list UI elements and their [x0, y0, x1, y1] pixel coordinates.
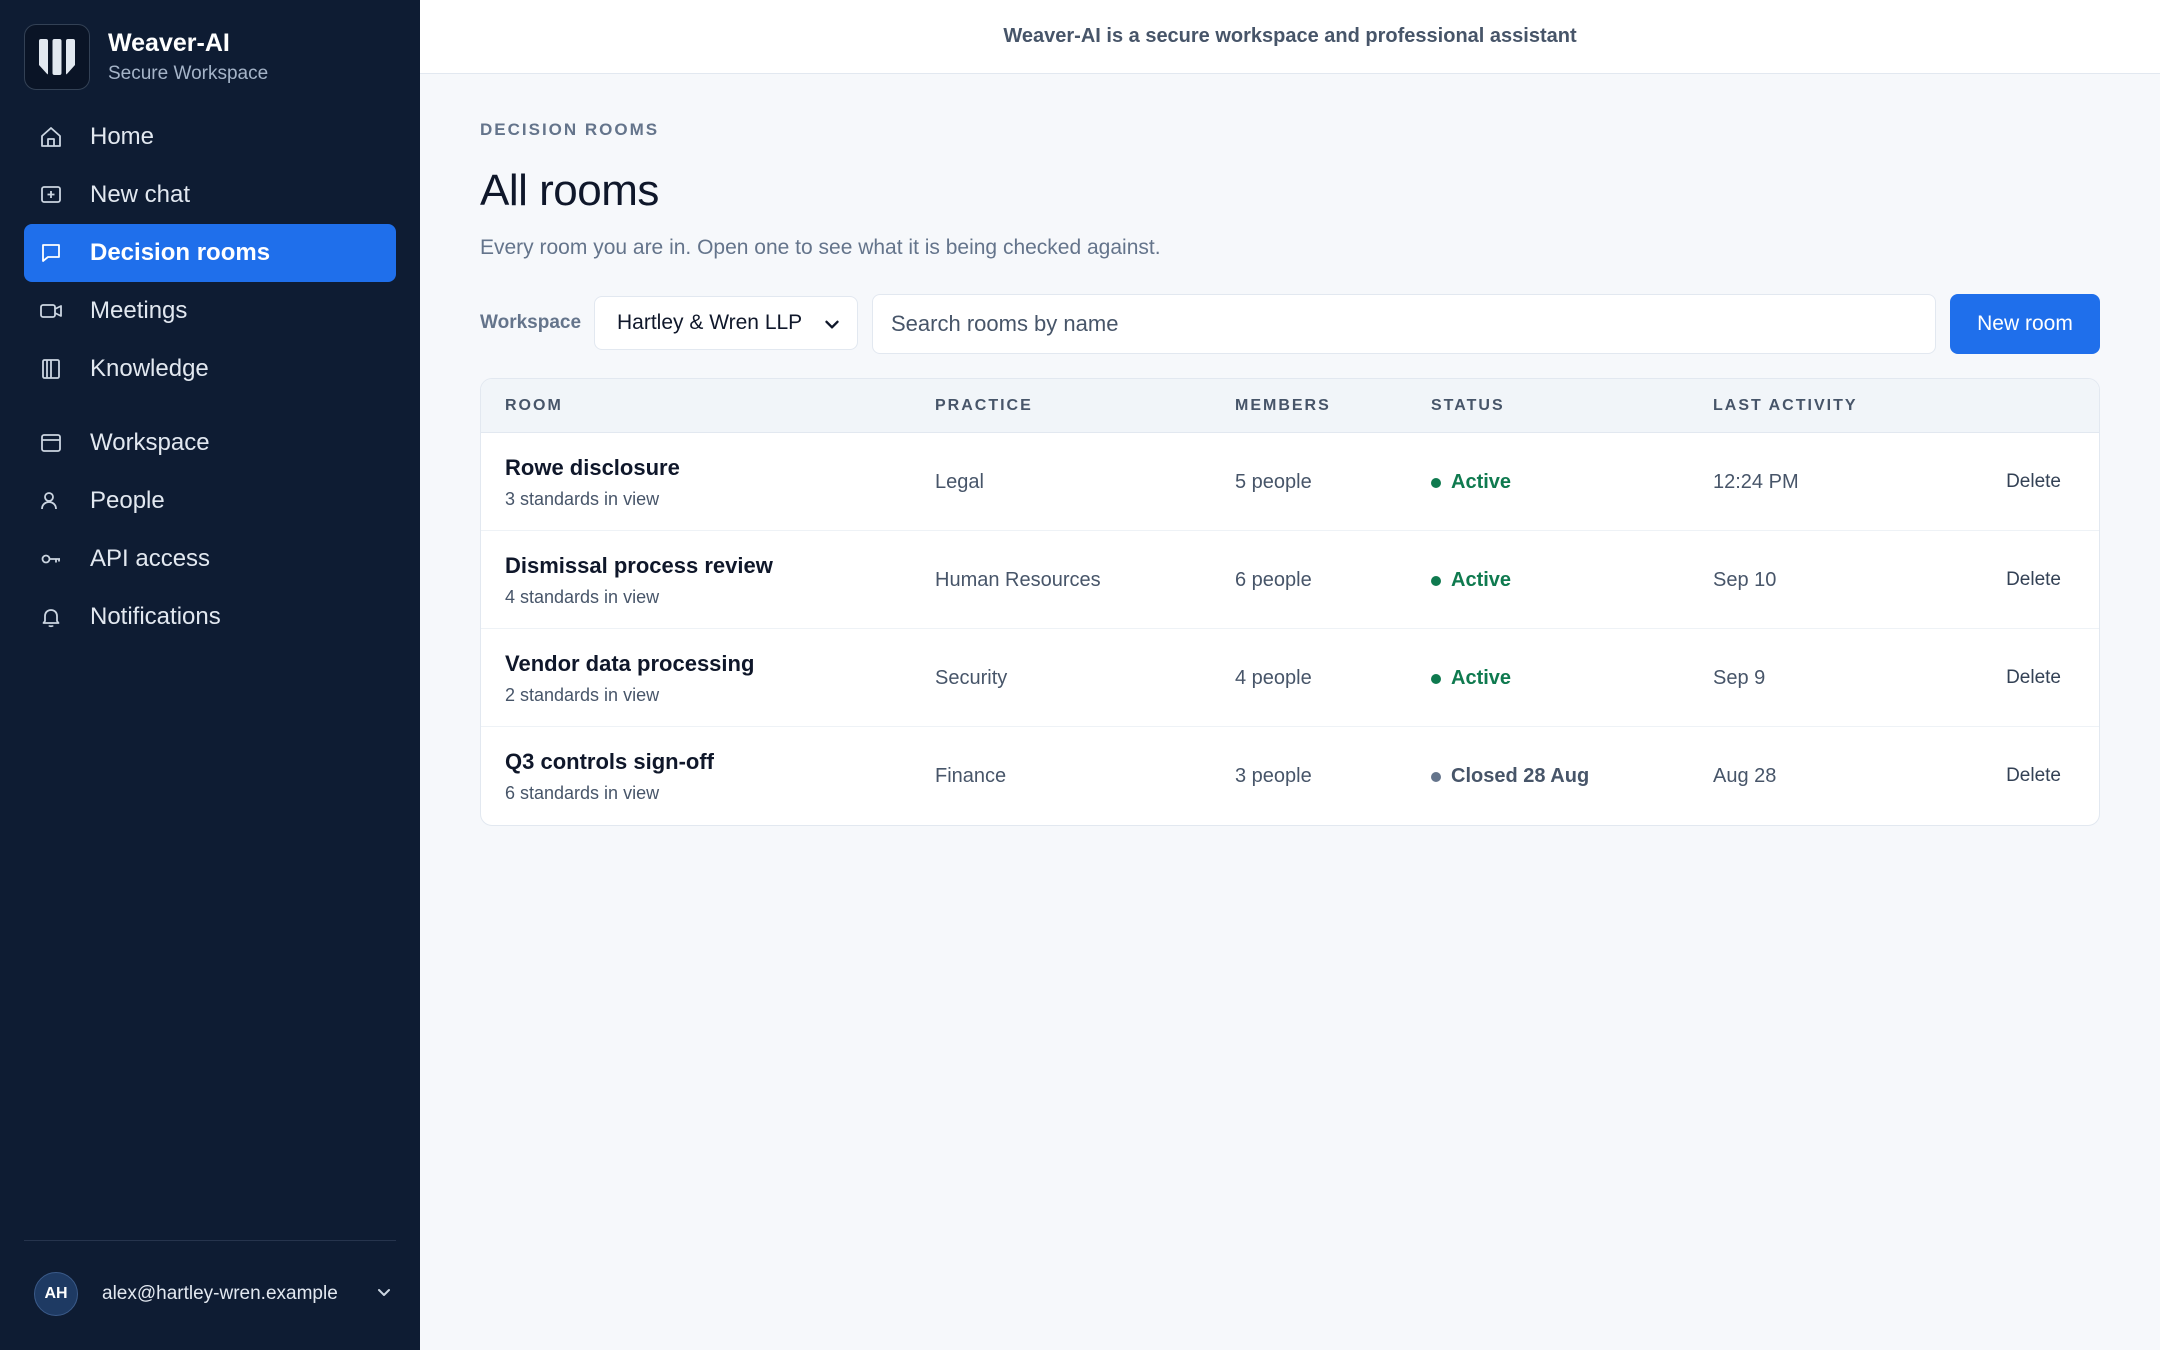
key-icon — [38, 546, 64, 572]
room-name[interactable]: Dismissal process review — [505, 553, 773, 579]
room-standards: 3 standards in view — [505, 489, 660, 509]
book-icon — [38, 356, 64, 382]
status-badge: Closed 28 Aug — [1431, 765, 1589, 788]
video-camera-icon — [38, 298, 64, 324]
chevron-down-icon — [821, 313, 843, 341]
delete-button[interactable]: Delete — [2006, 569, 2061, 591]
sidebar-item-label: Decision rooms — [90, 239, 271, 266]
header-last-activity: LAST ACTIVITY — [1713, 397, 1858, 414]
header-members: MEMBERS — [1235, 397, 1331, 414]
table-header: ROOM PRACTICE MEMBERS STATUS LAST ACTIVI… — [481, 379, 2099, 433]
status-badge: Active — [1431, 471, 1511, 494]
table-row[interactable]: Q3 controls sign-off 6 standards in view… — [481, 727, 2099, 825]
person-icon — [38, 488, 64, 514]
chat-bubble-icon — [38, 240, 64, 266]
header-status: STATUS — [1431, 397, 1505, 414]
header-room: ROOM — [505, 397, 563, 414]
bell-icon — [38, 604, 64, 630]
sidebar: Weaver-AI Secure Workspace Home New chat… — [0, 0, 420, 1350]
app-name: Weaver-AI — [108, 29, 230, 57]
status-badge: Active — [1431, 667, 1511, 690]
avatar: AH — [34, 1272, 78, 1316]
user-email: alex@hartley-wren.example — [102, 1283, 338, 1304]
room-members: 3 people — [1235, 765, 1312, 787]
sidebar-divider — [24, 1240, 396, 1241]
sidebar-item-knowledge[interactable]: Knowledge — [24, 340, 396, 398]
status-text: Closed 28 Aug — [1451, 765, 1590, 787]
workspace-select-value: Hartley & Wren LLP — [617, 311, 803, 334]
sidebar-nav: Home New chat Decision rooms Meetings Kn… — [24, 108, 396, 646]
room-standards: 6 standards in view — [505, 783, 660, 803]
sidebar-item-workspace[interactable]: Workspace — [24, 414, 396, 472]
room-practice: Finance — [935, 765, 1007, 787]
delete-button[interactable]: Delete — [2006, 765, 2061, 787]
sidebar-item-label: New chat — [90, 181, 191, 208]
status-text: Active — [1451, 569, 1512, 591]
status-dot-icon — [1431, 575, 1441, 586]
browser-window-icon — [38, 430, 64, 456]
table-row[interactable]: Vendor data processing 2 standards in vi… — [481, 629, 2099, 727]
sidebar-item-label: Knowledge — [90, 355, 209, 382]
sidebar-item-label: API access — [90, 545, 211, 572]
sidebar-item-meetings[interactable]: Meetings — [24, 282, 396, 340]
status-dot-icon — [1431, 477, 1441, 488]
sidebar-item-decision-rooms[interactable]: Decision rooms — [24, 224, 396, 282]
room-standards: 2 standards in view — [505, 685, 660, 705]
room-members: 6 people — [1235, 569, 1312, 591]
search-input[interactable] — [872, 294, 1936, 354]
sidebar-item-label: People — [90, 487, 165, 514]
new-room-button[interactable]: New room — [1950, 294, 2100, 354]
status-dot-icon — [1431, 673, 1441, 684]
filter-bar: Workspace Hartley & Wren LLP New room — [480, 292, 2100, 354]
room-members: 5 people — [1235, 471, 1312, 493]
room-last-activity: Sep 9 — [1713, 667, 1766, 689]
delete-button[interactable]: Delete — [2006, 471, 2061, 493]
room-last-activity: Aug 28 — [1713, 765, 1777, 787]
room-practice: Security — [935, 667, 1008, 689]
page-eyebrow: DECISION ROOMS — [480, 120, 660, 139]
page-title: All rooms — [480, 166, 659, 215]
status-text: Active — [1451, 667, 1512, 689]
room-last-activity: 12:24 PM — [1713, 471, 1799, 493]
room-members: 4 people — [1235, 667, 1312, 689]
sidebar-item-api-access[interactable]: API access — [24, 530, 396, 588]
sidebar-item-new-chat[interactable]: New chat — [24, 166, 396, 224]
home-icon — [38, 124, 64, 150]
app-subtitle: Secure Workspace — [108, 63, 269, 84]
status-dot-icon — [1431, 771, 1441, 782]
sidebar-item-label: Notifications — [90, 603, 221, 630]
room-practice: Legal — [935, 471, 984, 493]
table-row[interactable]: Rowe disclosure 3 standards in view Lega… — [481, 433, 2099, 531]
workspace-label: Workspace — [480, 312, 582, 333]
room-standards: 4 standards in view — [505, 587, 660, 607]
room-last-activity: Sep 10 — [1713, 569, 1777, 591]
sidebar-item-label: Home — [90, 123, 155, 150]
sidebar-item-home[interactable]: Home — [24, 108, 396, 166]
rooms-table: ROOM PRACTICE MEMBERS STATUS LAST ACTIVI… — [480, 378, 2100, 826]
page-subtitle: Every room you are in. Open one to see w… — [480, 236, 1161, 259]
status-badge: Active — [1431, 569, 1511, 592]
room-name[interactable]: Vendor data processing — [505, 651, 754, 677]
weaver-logo-icon — [24, 24, 90, 90]
sidebar-item-notifications[interactable]: Notifications — [24, 588, 396, 646]
chevron-down-icon[interactable] — [374, 1282, 394, 1307]
top-banner: Weaver-AI is a secure workspace and prof… — [420, 0, 2160, 74]
plus-square-icon — [38, 182, 64, 208]
user-menu[interactable]: AH alex@hartley-wren.example — [34, 1272, 394, 1316]
header-practice: PRACTICE — [935, 397, 1033, 414]
banner-text: Weaver-AI is a secure workspace and prof… — [1003, 25, 1577, 47]
sidebar-item-label: Workspace — [90, 429, 210, 456]
room-name[interactable]: Q3 controls sign-off — [505, 749, 714, 775]
sidebar-item-label: Meetings — [90, 297, 188, 324]
workspace-select[interactable]: Hartley & Wren LLP — [594, 296, 858, 350]
room-name[interactable]: Rowe disclosure — [505, 455, 680, 481]
status-text: Active — [1451, 471, 1512, 493]
room-practice: Human Resources — [935, 569, 1101, 591]
brand[interactable]: Weaver-AI Secure Workspace — [24, 24, 268, 90]
sidebar-item-people[interactable]: People — [24, 472, 396, 530]
table-row[interactable]: Dismissal process review 4 standards in … — [481, 531, 2099, 629]
delete-button[interactable]: Delete — [2006, 667, 2061, 689]
